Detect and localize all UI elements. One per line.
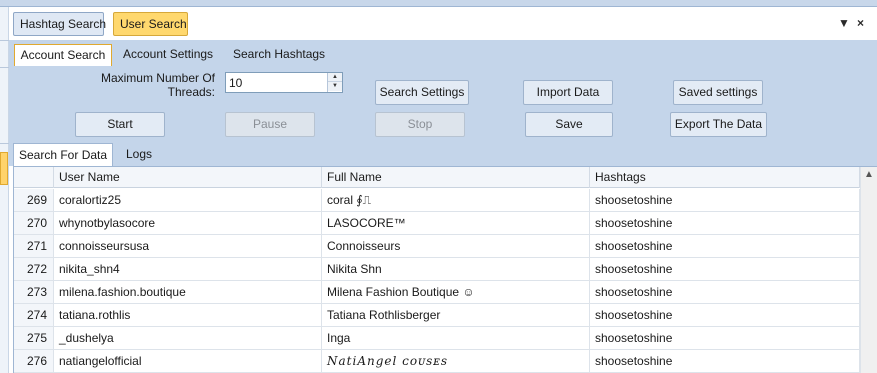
user-name-cell[interactable]: connoisseursusa — [54, 235, 322, 257]
close-icon[interactable]: × — [857, 16, 864, 30]
stepper-up-icon[interactable]: ▲ — [328, 73, 342, 82]
tab-user-search[interactable]: User Search — [113, 12, 188, 36]
table-row[interactable]: 276 natiangelofficial NatiAngel ᴄᴏᴜsᴇs s… — [14, 350, 860, 373]
full-name-cell[interactable]: Tatiana Rothlisberger — [322, 304, 590, 326]
window-top-border — [0, 0, 877, 7]
threads-value[interactable]: 10 — [229, 76, 242, 90]
dock-divider — [0, 143, 9, 144]
full-name-cell[interactable]: Milena Fashion Boutique ☺ — [322, 281, 590, 303]
user-name-cell[interactable]: nikita_shn4 — [54, 258, 322, 280]
tab-logs[interactable]: Logs — [121, 143, 157, 166]
row-number: 270 — [14, 212, 54, 234]
start-button[interactable]: Start — [75, 112, 165, 137]
user-name-cell[interactable]: coralortiz25 — [54, 189, 322, 211]
row-number: 271 — [14, 235, 54, 257]
row-number: 274 — [14, 304, 54, 326]
full-name-cell[interactable]: LASOCORE™ — [322, 212, 590, 234]
section-tab-bar: Account Search Account Settings Search H… — [9, 40, 877, 67]
dock-divider — [0, 67, 9, 68]
full-name-cell[interactable]: Nikita Shn — [322, 258, 590, 280]
column-header-full-name[interactable]: Full Name — [322, 167, 590, 188]
left-dock-strip — [0, 7, 9, 373]
full-name-cell[interactable]: Inga — [322, 327, 590, 349]
full-name-cell[interactable]: Connoisseurs — [322, 235, 590, 257]
table-row[interactable]: 272 nikita_shn4 Nikita Shn shoosetoshine — [14, 258, 860, 281]
row-number-header — [14, 167, 54, 188]
hashtag-cell[interactable]: shoosetoshine — [590, 281, 860, 303]
dock-divider — [0, 40, 9, 41]
main-panel: Hashtag Search User Search ▼ × Account S… — [9, 7, 877, 373]
full-name-cell[interactable]: coral ∮⎍ — [322, 189, 590, 211]
hashtag-cell[interactable]: shoosetoshine — [590, 235, 860, 257]
hashtag-cell[interactable]: shoosetoshine — [590, 304, 860, 326]
stepper-down-icon[interactable]: ▼ — [328, 82, 342, 91]
user-name-cell[interactable]: milena.fashion.boutique — [54, 281, 322, 303]
user-name-cell[interactable]: natiangelofficial — [54, 350, 322, 372]
table-row[interactable]: 270 whynotbylasocore LASOCORE™ shoosetos… — [14, 212, 860, 235]
table-row[interactable]: 275 _dushelya Inga shoosetoshine — [14, 327, 860, 350]
hashtag-cell[interactable]: shoosetoshine — [590, 350, 860, 372]
threads-label: Maximum Number Of Threads: — [89, 71, 215, 99]
tab-search-for-data[interactable]: Search For Data — [13, 143, 113, 166]
hashtag-cell[interactable]: shoosetoshine — [590, 189, 860, 211]
hashtag-cell[interactable]: shoosetoshine — [590, 212, 860, 234]
data-tab-bar: Search For Data Logs — [9, 143, 877, 166]
export-data-button[interactable]: Export The Data — [670, 112, 767, 137]
threads-label-line2: Threads: — [167, 85, 215, 99]
tab-search-hashtags[interactable]: Search Hashtags — [229, 44, 329, 66]
tab-account-settings[interactable]: Account Settings — [119, 44, 217, 66]
stop-button[interactable]: Stop — [375, 112, 465, 137]
account-search-toolbar: Maximum Number Of Threads: 10 ▲ ▼ Search… — [9, 67, 877, 143]
table-row[interactable]: 271 connoisseursusa Connoisseurs shooset… — [14, 235, 860, 258]
search-settings-button[interactable]: Search Settings — [375, 80, 469, 105]
row-number: 275 — [14, 327, 54, 349]
hashtag-cell[interactable]: shoosetoshine — [590, 258, 860, 280]
document-tab-bar: Hashtag Search User Search ▼ × — [9, 7, 877, 40]
user-name-cell[interactable]: whynotbylasocore — [54, 212, 322, 234]
dock-highlight-tab[interactable] — [0, 152, 8, 185]
pause-button[interactable]: Pause — [225, 112, 315, 137]
table-row[interactable]: 273 milena.fashion.boutique Milena Fashi… — [14, 281, 860, 304]
results-grid: User Name Full Name Hashtags 269 coralor… — [13, 166, 877, 373]
vertical-scrollbar[interactable]: ▲ — [860, 167, 877, 373]
threads-label-line1: Maximum Number Of — [100, 71, 215, 85]
row-number: 273 — [14, 281, 54, 303]
row-number: 272 — [14, 258, 54, 280]
table-row[interactable]: 269 coralortiz25 coral ∮⎍ shoosetoshine — [14, 189, 860, 212]
hashtag-cell[interactable]: shoosetoshine — [590, 327, 860, 349]
user-name-cell[interactable]: tatiana.rothlis — [54, 304, 322, 326]
row-number: 269 — [14, 189, 54, 211]
column-header-hashtags[interactable]: Hashtags — [590, 167, 860, 188]
user-name-cell[interactable]: _dushelya — [54, 327, 322, 349]
tab-hashtag-search[interactable]: Hashtag Search — [13, 12, 106, 36]
save-button[interactable]: Save — [525, 112, 613, 137]
grid-header: User Name Full Name Hashtags — [14, 167, 860, 188]
import-data-button[interactable]: Import Data — [523, 80, 613, 105]
stepper-buttons: ▲ ▼ — [327, 73, 342, 92]
column-header-user-name[interactable]: User Name — [54, 167, 322, 188]
scroll-up-icon[interactable]: ▲ — [861, 169, 877, 180]
table-row[interactable]: 274 tatiana.rothlis Tatiana Rothlisberge… — [14, 304, 860, 327]
row-number: 276 — [14, 350, 54, 372]
threads-stepper[interactable]: 10 ▲ ▼ — [225, 72, 343, 93]
pane-menu-icon[interactable]: ▼ — [838, 16, 850, 30]
saved-settings-button[interactable]: Saved settings — [673, 80, 763, 105]
full-name-cell[interactable]: NatiAngel ᴄᴏᴜsᴇs — [322, 350, 590, 372]
tab-account-search[interactable]: Account Search — [14, 44, 112, 66]
